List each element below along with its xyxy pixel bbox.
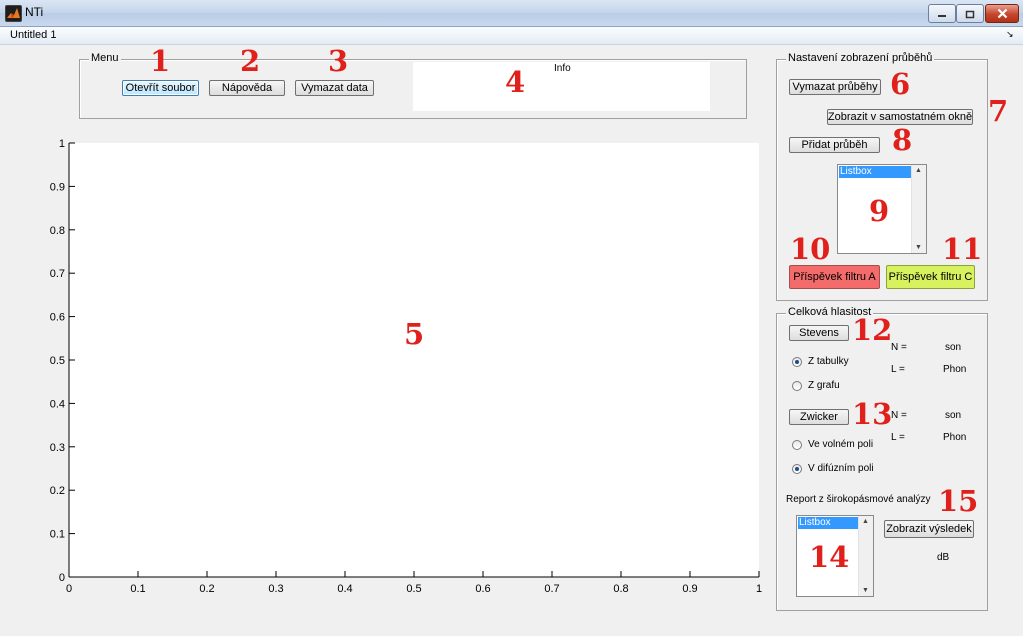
scrollbar[interactable]: ▲ ▼ bbox=[911, 165, 926, 253]
annotation-10: 10 bbox=[790, 232, 831, 266]
x-tick-label: 0.7 bbox=[544, 583, 559, 595]
filter-c-button[interactable]: Příspěvek filtru C bbox=[886, 265, 975, 289]
y-tick-label: 0 bbox=[59, 572, 65, 584]
title-bar: NTi bbox=[0, 0, 1023, 27]
x-tick-label: 0.9 bbox=[682, 583, 697, 595]
diffuse-field-radio[interactable] bbox=[792, 464, 802, 474]
stevens-button[interactable]: Stevens bbox=[789, 325, 849, 341]
zwicker-n-label: N = bbox=[891, 410, 907, 421]
x-tick-label: 0.8 bbox=[613, 583, 628, 595]
y-tick-label: 0.5 bbox=[50, 355, 65, 367]
scroll-down-icon[interactable]: ▼ bbox=[915, 244, 922, 251]
window-title: NTi bbox=[25, 5, 44, 19]
display-settings-title: Nastavení zobrazení průběhů bbox=[786, 52, 935, 64]
x-tick-label: 0.2 bbox=[199, 583, 214, 595]
stevens-phon-unit: Phon bbox=[943, 364, 967, 375]
scroll-down-icon[interactable]: ▼ bbox=[862, 587, 869, 594]
y-tick-label: 1 bbox=[59, 138, 65, 150]
scroll-up-icon[interactable]: ▲ bbox=[862, 518, 869, 525]
list-item[interactable]: Listbox bbox=[839, 166, 912, 178]
annotation-13: 13 bbox=[852, 397, 893, 431]
y-tick-label: 0.4 bbox=[50, 398, 65, 410]
clear-data-button[interactable]: Vymazat data bbox=[295, 80, 374, 96]
annotation-6: 6 bbox=[890, 67, 911, 101]
free-field-label[interactable]: Ve volném poli bbox=[808, 439, 873, 450]
figure-name[interactable]: Untitled 1 bbox=[10, 29, 56, 41]
from-graph-radio[interactable] bbox=[792, 381, 802, 391]
stevens-l-label: L = bbox=[891, 364, 905, 375]
x-tick-label: 1 bbox=[756, 583, 762, 595]
x-tick-label: 0.5 bbox=[406, 583, 421, 595]
annotation-4: 4 bbox=[505, 65, 526, 99]
x-tick-label: 0.1 bbox=[130, 583, 145, 595]
annotation-5: 5 bbox=[404, 317, 425, 351]
y-tick-label: 0.6 bbox=[50, 312, 65, 324]
add-curve-button[interactable]: Přidat průběh bbox=[789, 137, 880, 153]
menu-panel-title: Menu bbox=[89, 52, 121, 64]
y-tick-label: 0.9 bbox=[50, 181, 65, 193]
annotation-8: 8 bbox=[892, 123, 913, 157]
db-unit: dB bbox=[937, 552, 950, 563]
y-tick-label: 0.2 bbox=[50, 485, 65, 497]
scroll-up-icon[interactable]: ▲ bbox=[915, 167, 922, 174]
annotation-12: 12 bbox=[852, 313, 893, 347]
from-table-label[interactable]: Z tabulky bbox=[808, 356, 849, 367]
matlab-icon bbox=[5, 5, 22, 22]
close-button[interactable] bbox=[985, 4, 1019, 23]
dock-arrow-icon[interactable]: ↘ bbox=[1006, 29, 1014, 40]
restore-icon bbox=[965, 10, 975, 18]
axes: 0 0.1 0.2 0.3 0.4 0.5 0.6 0.7 0.8 0.9 1 0 0.1 0.2 0.3 0… bbox=[50, 138, 762, 595]
annotation-15: 15 bbox=[938, 484, 979, 518]
maximize-button[interactable] bbox=[956, 4, 984, 23]
annotation-1: 1 bbox=[150, 44, 171, 78]
list-item[interactable]: Listbox bbox=[798, 517, 859, 529]
x-tick-label: 0 bbox=[66, 583, 72, 595]
y-tick-label: 0.1 bbox=[50, 529, 65, 541]
free-field-radio[interactable] bbox=[792, 440, 802, 450]
info-label: Info bbox=[554, 63, 571, 74]
filter-a-button[interactable]: Příspěvek filtru A bbox=[789, 265, 880, 289]
y-tick-label: 0.3 bbox=[50, 442, 65, 454]
annotation-11: 11 bbox=[942, 232, 983, 266]
minimize-icon bbox=[938, 14, 946, 17]
annotation-14: 14 bbox=[809, 540, 850, 574]
zwicker-button[interactable]: Zwicker bbox=[789, 409, 849, 425]
zwicker-phon-unit: Phon bbox=[943, 432, 967, 443]
show-result-button[interactable]: Zobrazit výsledek bbox=[884, 520, 974, 538]
x-tick-label: 0.3 bbox=[268, 583, 283, 595]
annotation-9: 9 bbox=[869, 194, 890, 228]
minimize-button[interactable] bbox=[928, 4, 956, 23]
y-tick-label: 0.7 bbox=[50, 268, 65, 280]
open-file-button[interactable]: Otevřít soubor bbox=[122, 80, 199, 96]
annotation-3: 3 bbox=[328, 44, 349, 78]
zwicker-l-label: L = bbox=[891, 432, 905, 443]
from-graph-label[interactable]: Z grafu bbox=[808, 380, 840, 391]
stevens-son-unit: son bbox=[945, 342, 962, 353]
annotation-7: 7 bbox=[988, 94, 1009, 128]
y-tick-label: 0.8 bbox=[50, 225, 65, 237]
close-icon bbox=[997, 8, 1007, 19]
clear-curves-button[interactable]: Vymazat průběhy bbox=[789, 79, 881, 95]
from-table-radio[interactable] bbox=[792, 357, 802, 367]
scrollbar[interactable]: ▲ ▼ bbox=[858, 516, 873, 596]
help-button[interactable]: Nápověda bbox=[209, 80, 285, 96]
diffuse-field-label[interactable]: V difúzním poli bbox=[808, 463, 874, 474]
menu-bar: Untitled 1 ↘ bbox=[0, 27, 1023, 45]
stevens-n-label: N = bbox=[891, 342, 907, 353]
x-tick-label: 0.4 bbox=[337, 583, 352, 595]
zwicker-son-unit: son bbox=[945, 410, 962, 421]
x-tick-label: 0.6 bbox=[475, 583, 490, 595]
annotation-2: 2 bbox=[240, 44, 261, 78]
report-label: Report z širokopásmové analýzy bbox=[786, 494, 931, 505]
